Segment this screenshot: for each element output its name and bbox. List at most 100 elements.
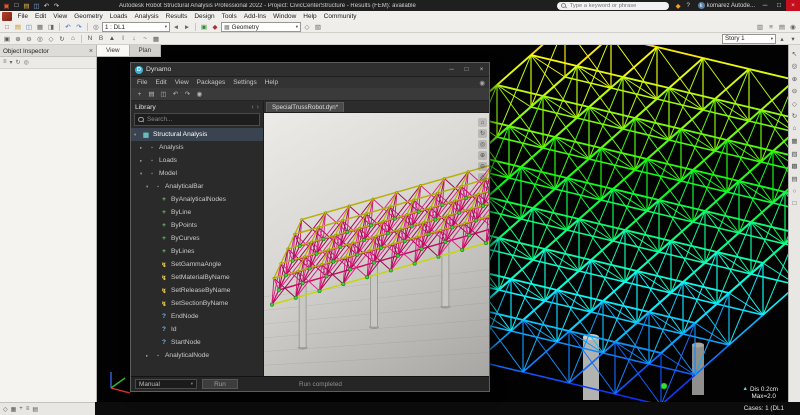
view-tab-plan[interactable]: Plan (129, 45, 162, 56)
dynamo-workspace-tab[interactable]: SpecialTrussRobot.dyn* (266, 102, 345, 112)
story-up-icon[interactable]: ▴ (777, 34, 787, 43)
pan-icon[interactable]: ◇ (790, 99, 799, 108)
dynamo-menu-settings[interactable]: Settings (229, 79, 261, 86)
menu-tools[interactable]: Tools (218, 11, 240, 22)
bar-numbers-icon[interactable]: B (96, 34, 106, 43)
menu-loads[interactable]: Loads (106, 11, 131, 22)
initial-view-icon[interactable]: ⌂ (68, 34, 78, 43)
initial-view-icon[interactable]: ⌂ (790, 124, 799, 133)
orbit-icon[interactable]: ↻ (790, 112, 799, 121)
library-node-analyticalbar[interactable]: ▾ ▪ AnalyticalBar (131, 180, 263, 193)
zoom-select-icon[interactable]: ◎ (91, 23, 101, 32)
library-forward-icon[interactable]: › (257, 104, 259, 111)
lights-icon[interactable]: ○ (790, 187, 799, 196)
menu-design[interactable]: Design (191, 11, 218, 22)
dynamo-new-icon[interactable]: + (135, 90, 144, 99)
library-node-setgammaangle[interactable]: ↯ SetGammaAngle (131, 258, 263, 271)
library-node-byanalyticalnodes[interactable]: + ByAnalyticalNodes (131, 193, 263, 206)
sections-icon[interactable]: I (118, 34, 128, 43)
help-icon[interactable]: ? (684, 1, 693, 10)
account-button[interactable]: k komarez Autode... (697, 2, 755, 9)
menu-file[interactable]: File (14, 11, 31, 22)
export-workspace-image-icon[interactable]: ◉ (479, 79, 485, 87)
menu-edit[interactable]: Edit (31, 11, 49, 22)
library-node-endnode[interactable]: ? EndNode (131, 310, 263, 323)
dynamo-redo-icon[interactable]: ↷ (183, 90, 192, 99)
library-node-byline[interactable]: + ByLine (131, 206, 263, 219)
library-node-startnode[interactable]: ? StartNode (131, 336, 263, 349)
story-down-icon[interactable]: ▾ (788, 34, 798, 43)
close-button[interactable]: × (786, 0, 800, 11)
library-node-id[interactable]: ? Id (131, 323, 263, 336)
save-icon[interactable]: ◫ (32, 1, 41, 10)
story-selector[interactable]: Story 1 ▾ (722, 33, 776, 44)
inspector-close-icon[interactable]: × (89, 48, 93, 55)
zoom-window-icon[interactable]: ◎ (35, 34, 45, 43)
minimize-button[interactable]: ─ (758, 0, 772, 11)
library-node-setmaterialbyname[interactable]: ↯ SetMaterialByName (131, 271, 263, 284)
preview-zoom-in-icon[interactable]: ⊕ (478, 151, 487, 160)
loads-display-icon[interactable]: ↓ (129, 34, 139, 43)
tables-icon[interactable]: ▥ (755, 23, 765, 32)
library-node-analysis[interactable]: ▸ ▪ Analysis (131, 141, 263, 154)
settings-icon[interactable]: ◉ (788, 23, 798, 32)
wireframe-icon[interactable]: ▧ (790, 149, 799, 158)
search-input[interactable]: Type a keyword or phrase (556, 1, 669, 10)
dynamo-undo-icon[interactable]: ↶ (171, 90, 180, 99)
new-file-icon[interactable]: □ (12, 1, 21, 10)
select-pointer-icon[interactable]: ↖ (790, 49, 799, 58)
filter-icon[interactable]: ▾ (10, 59, 13, 66)
dynamo-titlebar[interactable]: D Dynamo ─ □ × (131, 63, 489, 77)
full-screen-icon[interactable]: □ (790, 199, 799, 208)
preview-pan-icon[interactable]: ◇ (478, 173, 487, 182)
preview-orbit-icon[interactable]: ↻ (478, 129, 487, 138)
library-back-icon[interactable]: ‹ (251, 104, 253, 111)
menu-view[interactable]: View (50, 11, 71, 22)
previous-case-icon[interactable]: ◄ (171, 23, 181, 32)
dynamo-export-image-icon[interactable]: ◉ (195, 90, 204, 99)
pan-view-icon[interactable]: ◇ (46, 34, 56, 43)
undo-icon[interactable]: ↶ (63, 23, 73, 32)
dynamo-menu-help[interactable]: Help (261, 79, 282, 86)
zoom-out-icon[interactable]: ⊖ (24, 34, 34, 43)
menu-window[interactable]: Window (270, 11, 300, 22)
redo-icon[interactable]: ↷ (52, 1, 61, 10)
object-inspector-body[interactable] (0, 69, 96, 402)
axes-icon[interactable]: + (19, 406, 23, 412)
stress-map-icon[interactable]: ▦ (151, 34, 161, 43)
tree-view-icon[interactable]: ≡ (3, 59, 7, 66)
supports-icon[interactable]: ▲ (107, 34, 117, 43)
menu-geometry[interactable]: Geometry (71, 11, 107, 22)
library-node-bycurves[interactable]: + ByCurves (131, 232, 263, 245)
rotate-view-icon[interactable]: ↻ (57, 34, 67, 43)
view-cube-icon[interactable]: ▦ (790, 137, 799, 146)
menu-results[interactable]: Results (162, 11, 191, 22)
preview-fit-icon[interactable]: ◎ (478, 140, 487, 149)
zoom-window-icon[interactable]: ◎ (790, 62, 799, 71)
print-preview-icon[interactable]: ◨ (46, 23, 56, 32)
dynamo-menu-edit[interactable]: Edit (151, 79, 170, 86)
object-list-icon[interactable]: ▤ (777, 23, 787, 32)
calculations-icon[interactable]: ▣ (199, 23, 209, 32)
dynamo-menu-view[interactable]: View (171, 79, 193, 86)
deformation-icon[interactable]: ~ (140, 34, 150, 43)
dynamo-minimize-button[interactable]: ─ (444, 63, 459, 76)
dynamo-maximize-button[interactable]: □ (459, 63, 474, 76)
library-node-analyticalnode[interactable]: ▸ ▪ AnalyticalNode (131, 349, 263, 362)
redo-icon[interactable]: ↷ (74, 23, 84, 32)
results-icon[interactable]: ◆ (210, 23, 220, 32)
units-icon[interactable]: ▤ (32, 406, 38, 413)
snap-icon[interactable]: ◇ (3, 406, 8, 413)
next-case-icon[interactable]: ► (182, 23, 192, 32)
view-manager-icon[interactable]: ▣ (2, 34, 12, 43)
menu-analysis[interactable]: Analysis (131, 11, 162, 22)
save-project-icon[interactable]: ◫ (24, 23, 34, 32)
menu-community[interactable]: Community (320, 11, 360, 22)
app-menu-button[interactable] (2, 12, 12, 21)
view-tab-view[interactable]: View (97, 45, 130, 56)
zoom-in-icon[interactable]: ⊕ (790, 74, 799, 83)
dynamo-3d-preview[interactable]: ⌂ ↻ ◎ ⊕ ⊖ ◇ (264, 113, 489, 376)
dynamo-open-icon[interactable]: ▤ (147, 90, 156, 99)
library-node-model[interactable]: ▾ ▪ Model (131, 167, 263, 180)
library-node-loads[interactable]: ▸ ▪ Loads (131, 154, 263, 167)
